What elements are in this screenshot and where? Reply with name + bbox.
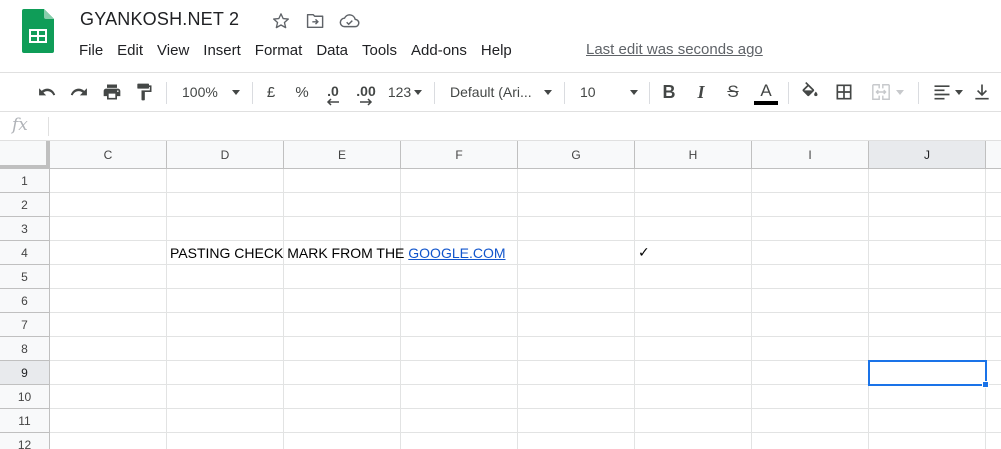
increase-decimal-label: .00 <box>356 83 376 99</box>
menu-help[interactable]: Help <box>474 40 519 61</box>
toolbar-divider <box>252 82 253 104</box>
merge-cells-icon <box>872 84 890 100</box>
text-color-button[interactable]: A <box>752 73 780 111</box>
sheets-logo-icon[interactable] <box>22 9 54 53</box>
column-header-e[interactable]: E <box>284 141 401 169</box>
font-name: Default (Ari... <box>450 84 532 100</box>
font-size-select[interactable]: 10 <box>574 73 642 111</box>
font-select[interactable]: Default (Ari... <box>444 73 556 111</box>
row-header-12[interactable]: 12 <box>0 433 50 449</box>
chevron-down-icon <box>630 89 638 95</box>
last-edit-link[interactable]: Last edit was seconds ago <box>586 41 763 58</box>
align-bottom-icon <box>975 84 989 100</box>
text-color-label: A <box>760 81 772 100</box>
function-icon: fx <box>12 115 28 135</box>
zoom-value: 100% <box>182 84 218 100</box>
menu-file[interactable]: File <box>72 40 110 61</box>
toolbar-divider <box>649 82 650 104</box>
column-header-i[interactable]: I <box>752 141 869 169</box>
toolbar-divider <box>788 82 789 104</box>
chevron-down-icon <box>896 89 904 95</box>
row-header-11[interactable]: 11 <box>0 409 50 433</box>
undo-icon[interactable] <box>34 73 60 111</box>
currency-button[interactable]: £ <box>260 73 282 111</box>
row-header-2[interactable]: 2 <box>0 193 50 217</box>
increase-decimal-button[interactable]: .00 <box>351 73 381 111</box>
chevron-down-icon <box>231 89 240 95</box>
column-header-j[interactable]: J <box>869 141 986 169</box>
decrease-decimal-button[interactable]: .0 <box>320 73 346 111</box>
row-header-10[interactable]: 10 <box>0 385 50 409</box>
formula-bar: fx <box>0 112 1001 141</box>
cloud-saved-icon[interactable] <box>338 10 360 32</box>
more-formats-button[interactable]: 123 <box>385 73 425 111</box>
formula-input[interactable] <box>56 116 991 137</box>
column-header-k[interactable] <box>986 141 1001 169</box>
menu-edit[interactable]: Edit <box>110 40 150 61</box>
menu-view[interactable]: View <box>150 40 196 61</box>
cell-area[interactable] <box>50 169 1001 449</box>
font-size-value: 10 <box>580 84 596 100</box>
menu-format[interactable]: Format <box>248 40 310 61</box>
strikethrough-button[interactable]: S <box>721 73 745 111</box>
fill-color-icon[interactable] <box>797 73 823 111</box>
text-color-swatch <box>754 101 778 105</box>
fill-handle[interactable] <box>982 381 989 388</box>
cell-d4[interactable]: PASTING CHECK MARK FROM THE GOOGLE.COM <box>170 241 506 265</box>
align-left-icon <box>934 85 949 100</box>
row-header-9[interactable]: 9 <box>0 361 50 385</box>
zoom-select[interactable]: 100% <box>176 73 246 111</box>
redo-icon[interactable] <box>66 73 92 111</box>
menu-bar: File Edit View Insert Format Data Tools … <box>72 40 519 61</box>
bold-button[interactable]: B <box>657 73 681 111</box>
row-header-8[interactable]: 8 <box>0 337 50 361</box>
chevron-down-icon <box>954 89 963 95</box>
merge-cells-button[interactable] <box>864 73 910 111</box>
column-header-d[interactable]: D <box>167 141 284 169</box>
google-com-link[interactable]: GOOGLE.COM <box>408 245 505 261</box>
cell-h4-check-mark[interactable]: ✓ <box>638 241 650 265</box>
row-header-5[interactable]: 5 <box>0 265 50 289</box>
percent-button[interactable]: % <box>291 73 313 111</box>
more-formats-label: 123 <box>387 84 412 100</box>
toolbar-divider <box>166 82 167 104</box>
spreadsheet-grid: C D E F G H I J 1 2 3 4 5 6 7 8 9 10 11 … <box>0 141 1001 449</box>
horizontal-align-button[interactable] <box>927 73 967 111</box>
borders-icon[interactable] <box>831 73 857 111</box>
column-header-h[interactable]: H <box>635 141 752 169</box>
column-header-f[interactable]: F <box>401 141 518 169</box>
row-header-1[interactable]: 1 <box>0 169 50 193</box>
cell-d4-text: PASTING CHECK MARK FROM THE <box>170 245 409 261</box>
toolbar: 100% £ % .0 .00 123 Default (Ari... 10 B… <box>0 72 1001 112</box>
menu-insert[interactable]: Insert <box>196 40 248 61</box>
menu-add-ons[interactable]: Add-ons <box>404 40 474 61</box>
menu-tools[interactable]: Tools <box>355 40 404 61</box>
chevron-down-icon <box>414 89 423 95</box>
paint-format-icon[interactable] <box>131 73 157 111</box>
menu-data[interactable]: Data <box>309 40 355 61</box>
column-header-c[interactable]: C <box>50 141 167 169</box>
toolbar-divider <box>564 82 565 104</box>
row-header-4[interactable]: 4 <box>0 241 50 265</box>
selected-cell-j9[interactable] <box>868 360 987 386</box>
arrow-right-icon <box>360 98 373 106</box>
app-header: GYANKOSH.NET 2 File Edit View Insert For… <box>0 0 1001 72</box>
formula-divider <box>48 117 49 136</box>
document-title[interactable]: GYANKOSH.NET 2 <box>80 9 239 30</box>
toolbar-divider <box>918 82 919 104</box>
print-icon[interactable] <box>99 73 125 111</box>
move-folder-icon[interactable] <box>304 10 326 32</box>
arrow-left-icon <box>326 98 339 106</box>
vertical-align-button[interactable] <box>972 73 1001 111</box>
decrease-decimal-label: .0 <box>327 83 339 99</box>
row-header-7[interactable]: 7 <box>0 313 50 337</box>
select-all-corner[interactable] <box>0 141 50 169</box>
row-header-6[interactable]: 6 <box>0 289 50 313</box>
italic-button[interactable]: I <box>689 73 713 111</box>
star-icon[interactable] <box>270 10 292 32</box>
chevron-down-icon <box>544 89 552 95</box>
toolbar-divider <box>434 82 435 104</box>
column-header-g[interactable]: G <box>518 141 635 169</box>
row-header-3[interactable]: 3 <box>0 217 50 241</box>
